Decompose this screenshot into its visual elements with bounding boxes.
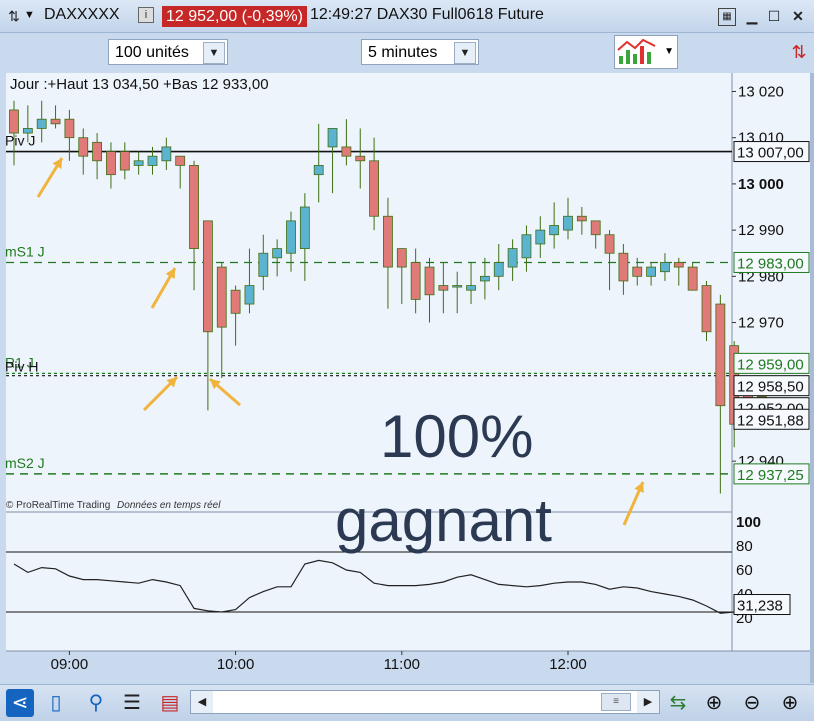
candle-body[interactable] — [106, 151, 116, 176]
candle-body[interactable] — [175, 155, 186, 166]
candle-body[interactable] — [64, 118, 75, 139]
candle-body[interactable] — [272, 248, 283, 259]
candle-body[interactable] — [341, 146, 352, 157]
candle-body[interactable] — [549, 225, 560, 236]
time-tick-label: 11:00 — [384, 656, 420, 673]
price-level-label: 12 983,00 — [737, 255, 804, 272]
scroll-left-icon[interactable]: ◀ — [191, 691, 213, 713]
oscillator-tick-label: 80 — [736, 538, 753, 555]
candle-body[interactable] — [36, 118, 47, 129]
candle-body[interactable] — [604, 234, 615, 254]
candle-body[interactable] — [133, 160, 144, 166]
candle-body[interactable] — [535, 229, 546, 245]
candle-body[interactable] — [230, 289, 241, 314]
level-label-piv-j: Piv J — [5, 133, 35, 149]
scroll-right-icon[interactable]: ▶ — [637, 691, 659, 713]
level-label-ms1-j: mS1 J — [5, 243, 45, 259]
price-tick-label: 13 020 — [738, 83, 784, 100]
price-level-label: 13 007,00 — [737, 145, 804, 162]
candle-body[interactable] — [299, 206, 310, 250]
candle-body[interactable] — [452, 285, 463, 288]
price-level-label: 12 959,00 — [737, 356, 804, 373]
credit-label: © ProRealTime Trading — [6, 500, 111, 511]
price-level-label: 12 951,88 — [737, 412, 804, 429]
candle-body[interactable] — [369, 160, 380, 217]
orders-icon[interactable]: ▤ — [156, 689, 184, 717]
candle-body[interactable] — [78, 137, 89, 157]
candle-body[interactable] — [244, 285, 255, 305]
time-tick-label: 12:00 — [549, 656, 587, 673]
zoom-in-icon[interactable]: ⊕ — [776, 689, 804, 717]
candle-body[interactable] — [9, 109, 19, 134]
time-tick-label: 10:00 — [217, 656, 255, 673]
credit-text: © ProRealTime Trading Données en temps r… — [6, 500, 220, 511]
candle-body[interactable] — [189, 165, 199, 249]
level-label-ms2-j: mS2 J — [5, 455, 45, 471]
candle-body[interactable] — [410, 262, 421, 300]
price-tick-label: 13 000 — [738, 176, 784, 193]
candle-body[interactable] — [660, 262, 670, 273]
price-tick-label: 12 970 — [738, 315, 784, 332]
candle-body[interactable] — [687, 266, 698, 291]
candle-body[interactable] — [286, 220, 296, 254]
price-level-label: 12 958,50 — [737, 379, 804, 396]
candle-body[interactable] — [479, 275, 490, 282]
autoscroll-icon[interactable]: ⇆ — [664, 689, 692, 717]
candle-body[interactable] — [701, 285, 712, 333]
price-chart[interactable]: 1008060402031,238 13 02013 01013 00012 9… — [0, 0, 814, 720]
candle-body[interactable] — [424, 266, 435, 296]
overlay-text-gagnant: gagnant — [335, 487, 552, 554]
oscillator-tick-label: 60 — [736, 562, 753, 579]
zoom-out-icon[interactable]: ⊖ — [738, 689, 766, 717]
candle-body[interactable] — [147, 155, 158, 166]
oscillator-line — [13, 559, 762, 614]
candle-body[interactable] — [507, 248, 518, 268]
candle-body[interactable] — [632, 266, 643, 277]
chart-header: Jour :+Haut 13 034,50 +Bas 12 933,00 — [10, 76, 269, 93]
candle-body[interactable] — [383, 215, 393, 268]
candle-body[interactable] — [119, 151, 130, 171]
candle-body[interactable] — [563, 215, 573, 231]
candle-body[interactable] — [493, 262, 504, 277]
oscillator-value-label: 31,238 — [737, 598, 783, 615]
candle-body[interactable] — [258, 252, 269, 277]
candle-body[interactable] — [576, 215, 587, 222]
layout-icon[interactable]: ▯ — [42, 689, 70, 717]
candle-body[interactable] — [327, 128, 338, 148]
candle-body[interactable] — [646, 266, 656, 277]
list-icon[interactable]: ☰ — [118, 689, 146, 717]
candle-body[interactable] — [438, 285, 449, 291]
candle-body[interactable] — [521, 234, 532, 259]
horizontal-scrollbar[interactable]: ◀ ≡ ▶ — [190, 690, 660, 714]
level-label-piv-h: Piv H — [5, 359, 38, 375]
candle-body[interactable] — [202, 220, 213, 333]
candle-body[interactable] — [92, 141, 102, 162]
candle-body[interactable] — [355, 155, 366, 162]
overlay-text-100: 100% — [380, 403, 534, 470]
price-level-label: 12 937,25 — [737, 467, 804, 484]
bottom-toolbar: ⋖ ▯ ⚲ ☰ ▤ ◀ ≡ ▶ ⇆ ⊕ ⊖ ⊕ — [0, 684, 814, 721]
drawing-icon[interactable]: ⚲ — [82, 689, 110, 717]
candle-body[interactable] — [466, 285, 476, 291]
candle-body[interactable] — [590, 220, 601, 236]
candle-body[interactable] — [715, 303, 726, 407]
candle-body[interactable] — [673, 262, 684, 268]
share-icon[interactable]: ⋖ — [6, 689, 34, 717]
zoom-fit-icon[interactable]: ⊕ — [700, 689, 728, 717]
scroll-thumb[interactable]: ≡ — [601, 693, 631, 711]
candle-body[interactable] — [161, 146, 172, 162]
oscillator-tick-label: 100 — [736, 514, 761, 531]
price-tick-label: 12 990 — [738, 222, 784, 239]
candle-body[interactable] — [396, 248, 407, 268]
realtime-label: Données en temps réel — [117, 500, 221, 511]
candle-body[interactable] — [216, 266, 227, 328]
time-tick-label: 09:00 — [51, 656, 89, 673]
candle-body[interactable] — [618, 252, 629, 282]
candle-body[interactable] — [50, 118, 61, 125]
candle-body[interactable] — [313, 165, 324, 176]
